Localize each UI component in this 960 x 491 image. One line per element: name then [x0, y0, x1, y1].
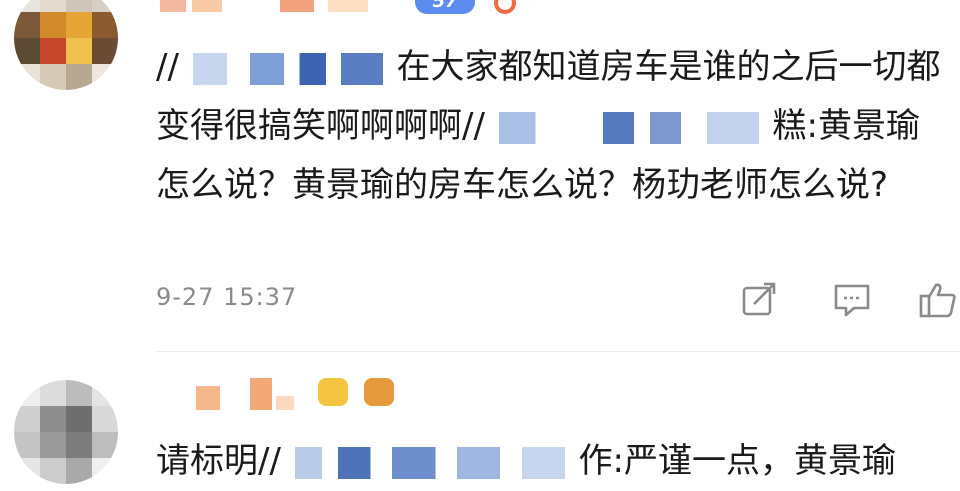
redacted-username [192, 52, 383, 85]
reply-icon[interactable] [832, 280, 872, 320]
comment-item: 请标明// 作:严谨一点，黄景瑜 [0, 352, 960, 489]
text-segment: // [156, 47, 179, 87]
username-redacted[interactable] [160, 0, 400, 26]
swirl-icon [494, 0, 516, 14]
repost-icon[interactable] [740, 280, 780, 320]
comment-timestamp: 9-27 15:37 [156, 283, 298, 311]
avatar[interactable] [14, 0, 118, 90]
redacted-username [498, 111, 759, 144]
comment-item: 57 // 在大家都知道房车是谁的之后一切都变得很搞笑啊啊啊啊// 糕:黄景瑜怎… [0, 0, 960, 352]
text-segment: 作:严谨一点，黄景瑜 [578, 441, 897, 481]
username-redacted[interactable] [196, 372, 436, 412]
comment-text: // 在大家都知道房车是谁的之后一切都变得很搞笑啊啊啊啊// 糕:黄景瑜怎么说？… [156, 38, 952, 215]
level-badge: 57 [415, 0, 475, 14]
avatar[interactable] [14, 380, 118, 484]
thumbs-up-icon[interactable] [918, 280, 958, 320]
redacted-username [294, 446, 565, 479]
emoji-icon [364, 378, 394, 406]
comment-text: 请标明// 作:严谨一点，黄景瑜 [156, 432, 952, 491]
emoji-icon [318, 378, 348, 406]
text-segment: 请标明// [156, 441, 281, 481]
